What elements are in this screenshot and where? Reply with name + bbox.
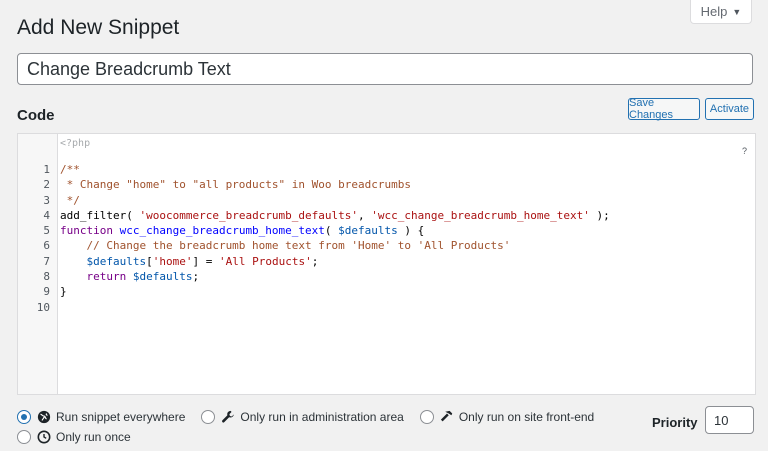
code-line[interactable]: 1 /** (18, 162, 755, 177)
scope-option-label: Run snippet everywhere (56, 410, 186, 424)
scope-radio[interactable] (419, 410, 434, 424)
line-content: function wcc_change_breadcrumb_home_text… (56, 223, 424, 238)
code-token: [ (146, 254, 153, 268)
line-number: 6 (43, 239, 50, 253)
scope-option[interactable]: Only run on site front-end (419, 410, 595, 424)
globe-icon (37, 410, 51, 424)
scope-option[interactable]: Only run in administration area (201, 410, 404, 424)
line-number: 10 (36, 300, 50, 314)
line-number: 4 (43, 208, 50, 222)
line-number: 2 (43, 178, 50, 192)
scope-option-label: Only run in administration area (240, 410, 404, 424)
line-content (56, 300, 60, 315)
line-number: 3 (43, 193, 50, 207)
code-token: ); (589, 208, 610, 222)
code-token: ] = (192, 254, 219, 268)
code-token: 'wcc_change_breadcrumb_home_text' (371, 208, 590, 222)
code-token: $defaults (86, 254, 147, 268)
priority-input[interactable]: 10 (705, 406, 754, 434)
code-lines[interactable]: 1/** 2 * Change "home" to "all products" … (18, 162, 755, 315)
code-token: add_filter( (60, 208, 140, 222)
code-label: Code (17, 107, 55, 124)
save-changes-button[interactable]: Save Changes (628, 97, 700, 121)
code-token: ; (192, 270, 200, 284)
line-content: */ (56, 193, 80, 208)
code-line[interactable]: 5 function wcc_change_breadcrumb_home_tex… (18, 223, 755, 238)
code-line[interactable]: 8 return $defaults; (18, 269, 755, 284)
clock-icon (37, 430, 51, 444)
scope-radio[interactable] (17, 430, 31, 444)
code-token: 'home' (152, 254, 193, 268)
line-number: 9 (43, 285, 50, 299)
line-content: // Change the breadcrumb home text from … (56, 238, 510, 253)
code-line[interactable]: 10 (18, 300, 755, 315)
scope-radio[interactable] (201, 410, 216, 424)
code-token: /** (60, 163, 80, 176)
code-token: wcc_change_breadcrumb_home_text (119, 224, 325, 238)
scope-options-row: Run snippet everywhere Only run in admini… (17, 410, 610, 424)
line-content: * Change "home" to "all products" in Woo… (56, 177, 411, 192)
code-line[interactable]: 9} (18, 284, 755, 299)
code-token: } (60, 285, 67, 299)
help-tab-button[interactable]: Help ▼ (690, 0, 752, 24)
code-token: $defaults (338, 224, 398, 238)
scope-option-label: Only run once (56, 430, 131, 444)
hammer-icon (440, 410, 454, 424)
code-token: */ (60, 193, 80, 207)
code-token: function (60, 224, 113, 238)
snippet-title-input[interactable]: Change Breadcrumb Text (17, 53, 753, 85)
code-line[interactable]: 7 $defaults['home'] = 'All Products'; (18, 254, 755, 269)
code-line[interactable]: 4 add_filter( 'woocommerce_breadcrumb_def… (18, 208, 755, 223)
scope-option[interactable]: Run snippet everywhere (17, 410, 185, 424)
line-number: 8 (43, 270, 50, 284)
code-token: $defaults (132, 270, 193, 284)
code-token: , (358, 208, 372, 222)
page-title: Add New Snippet (17, 16, 180, 39)
line-content: /** (56, 162, 80, 177)
code-token: ( (324, 224, 339, 238)
code-line[interactable]: 6 // Change the breadcrumb home text fro… (18, 238, 755, 253)
activate-button[interactable]: Activate (705, 98, 754, 120)
code-token: 'woocommerce_breadcrumb_defaults' (139, 208, 359, 222)
priority-label: Priority (652, 415, 698, 430)
scope-radio[interactable] (17, 410, 31, 424)
code-token: // Change the breadcrumb home text from … (60, 239, 511, 253)
line-number: 5 (43, 224, 50, 238)
code-token: return (86, 270, 127, 284)
caret-down-icon: ▼ (732, 6, 742, 17)
line-number: 1 (43, 163, 50, 176)
code-token: ; (311, 254, 319, 268)
help-label: Help (700, 4, 728, 19)
code-line[interactable]: 2 * Change "home" to "all products" in W… (18, 177, 755, 192)
code-editor[interactable]: <?php ? 1/** 2 * Change "home" to "all pr… (17, 133, 756, 395)
line-content: } (56, 284, 67, 299)
scope-option[interactable]: Only run once (17, 430, 131, 444)
line-number: 7 (43, 254, 50, 268)
code-token: 'All Products' (218, 254, 312, 268)
line-content: $defaults['home'] = 'All Products'; (56, 254, 319, 269)
code-token: ) { (397, 224, 425, 238)
editor-help-mark[interactable]: ? (742, 146, 747, 156)
code-token: * Change "home" to "all products" in Woo… (60, 178, 411, 192)
line-content: add_filter( 'woocommerce_breadcrumb_defa… (56, 208, 610, 223)
code-line[interactable]: 3 */ (18, 193, 755, 208)
wrench-icon (221, 410, 235, 424)
scope-option-label: Only run on site front-end (458, 410, 595, 424)
scope-options-row: Only run once (17, 430, 147, 444)
php-open-tag: <?php (60, 138, 91, 149)
line-content: return $defaults; (56, 269, 200, 284)
